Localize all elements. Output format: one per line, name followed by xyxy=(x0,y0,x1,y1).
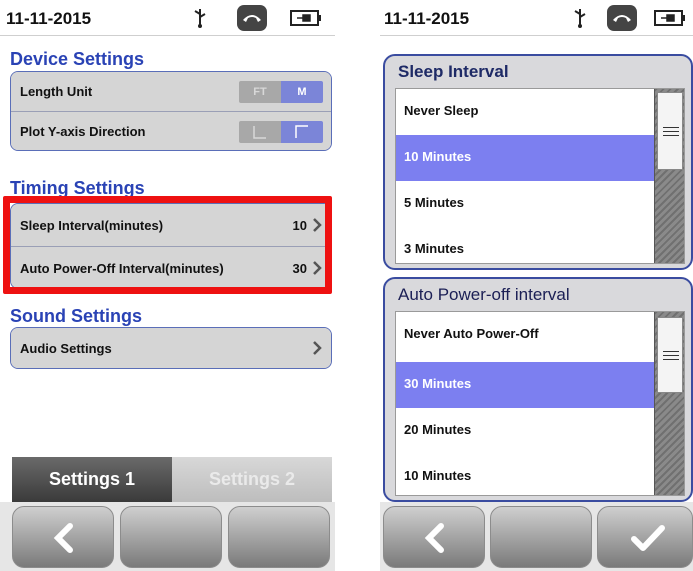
list-item[interactable]: 10 Minutes xyxy=(396,454,656,497)
back-arrow-icon xyxy=(53,523,73,553)
bottom-nav xyxy=(380,502,693,571)
chevron-right-icon xyxy=(313,341,322,355)
plot-y-down-option[interactable] xyxy=(239,121,281,143)
battery-icon xyxy=(654,10,685,26)
left-screen: 11-11-2015 Device Settings Length Unit F… xyxy=(0,0,335,571)
device-settings-title: Device Settings xyxy=(10,49,145,69)
scrollbar[interactable] xyxy=(654,89,684,263)
device-settings-group: Length Unit FT M Plot Y-axis Direction xyxy=(10,71,332,151)
usb-icon xyxy=(574,9,586,28)
auto-power-off-list[interactable]: Never Auto Power-Off 30 Minutes 20 Minut… xyxy=(395,311,685,496)
phone-icon xyxy=(237,5,267,31)
list-item[interactable]: 3 Minutes xyxy=(396,227,656,265)
audio-settings-row[interactable]: Audio Settings xyxy=(11,328,331,368)
list-item-selected[interactable]: 10 Minutes xyxy=(396,135,656,181)
length-unit-row: Length Unit FT M xyxy=(11,72,331,111)
length-unit-toggle[interactable]: FT M xyxy=(239,81,323,103)
nav-button-middle[interactable] xyxy=(490,506,592,568)
phone-icon xyxy=(607,5,637,31)
sleep-interval-title: Sleep Interval xyxy=(398,62,509,81)
scroll-thumb[interactable] xyxy=(657,92,683,170)
back-button[interactable] xyxy=(12,506,114,568)
list-item[interactable]: 5 Minutes xyxy=(396,181,656,227)
scroll-thumb[interactable] xyxy=(657,317,683,393)
sleep-interval-list[interactable]: Never Sleep 10 Minutes 5 Minutes 3 Minut… xyxy=(395,88,685,264)
plot-y-direction-toggle[interactable] xyxy=(239,121,323,143)
nav-button-middle[interactable] xyxy=(120,506,222,568)
auto-power-off-panel: Auto Power-off interval Never Auto Power… xyxy=(383,277,693,502)
sleep-interval-panel: Sleep Interval Never Sleep 10 Minutes 5 … xyxy=(383,54,693,270)
length-unit-label: Length Unit xyxy=(20,84,93,99)
list-item-selected[interactable]: 30 Minutes xyxy=(396,362,656,408)
nav-button-right[interactable] xyxy=(228,506,330,568)
battery-icon xyxy=(290,10,321,26)
auto-power-off-title: Auto Power-off interval xyxy=(398,285,570,304)
axis-down-icon xyxy=(253,126,266,139)
back-button[interactable] xyxy=(383,506,485,568)
status-date: 11-11-2015 xyxy=(6,9,92,28)
tab-settings-2[interactable]: Settings 2 xyxy=(172,457,332,502)
plot-y-direction-label: Plot Y-axis Direction xyxy=(20,124,146,139)
list-item[interactable]: Never Auto Power-Off xyxy=(396,312,656,358)
audio-settings-label: Audio Settings xyxy=(20,341,112,356)
axis-up-icon xyxy=(295,125,308,138)
checkmark-icon xyxy=(631,525,665,551)
tab-settings-1[interactable]: Settings 1 xyxy=(12,457,172,502)
status-bar: 11-11-2015 xyxy=(0,0,335,36)
highlight-box xyxy=(3,196,332,294)
length-unit-ft[interactable]: FT xyxy=(239,81,281,103)
usb-icon xyxy=(194,9,206,28)
plot-y-up-option[interactable] xyxy=(281,121,323,143)
bottom-nav xyxy=(0,502,335,571)
plot-y-direction-row: Plot Y-axis Direction xyxy=(11,111,331,150)
sound-settings-group: Audio Settings xyxy=(10,327,332,369)
scrollbar[interactable] xyxy=(654,312,684,495)
settings-tabs: Settings 1 Settings 2 xyxy=(12,457,332,502)
status-bar: 11-11-2015 xyxy=(380,0,693,36)
list-item[interactable]: 20 Minutes xyxy=(396,408,656,454)
list-item[interactable]: Never Sleep xyxy=(396,89,656,135)
back-arrow-icon xyxy=(424,523,444,553)
confirm-button[interactable] xyxy=(597,506,693,568)
sound-settings-title: Sound Settings xyxy=(10,306,142,326)
right-screen: 11-11-2015 Sleep Interval Never Sleep 10… xyxy=(380,0,693,571)
length-unit-m[interactable]: M xyxy=(281,81,323,103)
status-date: 11-11-2015 xyxy=(384,9,470,28)
